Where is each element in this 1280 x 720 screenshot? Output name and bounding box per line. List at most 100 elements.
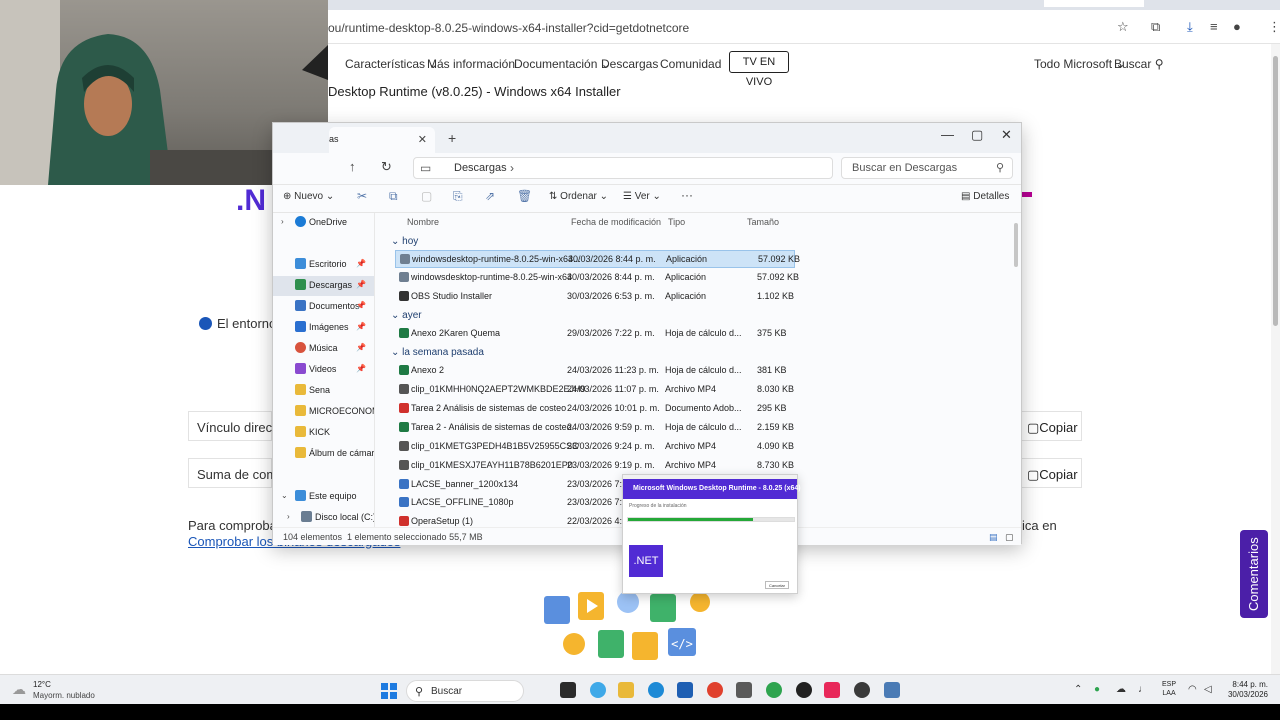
explorer-search-input[interactable]: Buscar en Descargas ⚲ — [841, 157, 1013, 179]
file-row-selected[interactable]: windowsdesktop-runtime-8.0.25-win-x64...… — [395, 250, 800, 268]
wifi-icon[interactable]: ◠ — [1188, 684, 1197, 695]
site-search[interactable]: Buscar ⚲ — [1114, 57, 1163, 71]
nav-mas-informacion[interactable]: Más información — [427, 57, 515, 71]
minimize-icon[interactable]: — — [941, 127, 954, 142]
file-row[interactable]: Anexo 2 24/03/2026 11:23 p. m. Hoja de cál… — [395, 362, 795, 380]
nav-item-imagenes[interactable]: Imágenes 📌 — [273, 318, 374, 338]
group-header-today[interactable]: ⌄ hoy — [391, 236, 418, 247]
system-clock[interactable]: 8:44 p. m. 30/03/2026 — [1226, 680, 1268, 700]
file-row[interactable]: clip_01KMESXJ7EAYH11B78B6201EP0 23/03/202… — [395, 457, 795, 475]
view-button[interactable]: ☰ Ver ⌄ — [623, 191, 661, 202]
chevron-down-icon[interactable]: ⌄ — [281, 491, 288, 500]
file-row[interactable]: windowsdesktop-runtime-8.0.25-win-x64 30/… — [395, 269, 799, 287]
details-button[interactable]: ▤ Detalles — [961, 191, 1009, 202]
nav-descargas[interactable]: Descargas — [601, 57, 658, 71]
column-header-type[interactable]: Tipo — [668, 217, 685, 227]
tiles-view-icon[interactable]: ▢ — [1005, 532, 1014, 543]
installer-cancel-button[interactable]: Cancelar — [765, 581, 789, 589]
tiktok-icon[interactable] — [824, 682, 840, 698]
sort-button[interactable]: ⇅ Ordenar ⌄ — [549, 191, 608, 202]
menu-icon[interactable]: ⋮ — [1268, 19, 1280, 35]
task-view-icon[interactable] — [560, 682, 576, 698]
nav-item-onedrive[interactable]: › OneDrive — [273, 213, 374, 233]
nav-item-sena[interactable]: Sena — [273, 381, 374, 401]
nav-documentacion[interactable]: Documentación ⌄ — [514, 57, 611, 71]
file-row[interactable]: clip_01KMETG3PEDH4B1B5V25955CSC 23/03/202… — [395, 438, 795, 456]
nav-comunidad[interactable]: Comunidad — [660, 57, 721, 71]
chrome-icon[interactable] — [766, 682, 782, 698]
address-bar[interactable]: ou/runtime-desktop-8.0.25-windows-x64-in… — [328, 10, 1280, 44]
all-microsoft-menu[interactable]: Todo Microsoft ⌄ — [1034, 57, 1125, 71]
chevron-right-icon[interactable]: › — [510, 161, 514, 175]
nav-item-kick[interactable]: KICK — [273, 423, 374, 443]
file-row[interactable]: Anexo 2Karen Quema 29/03/2026 7:22 p. m. H… — [395, 325, 795, 343]
new-tab-icon[interactable]: + — [448, 130, 456, 146]
nav-item-disco-local[interactable]: › Disco local (C:) — [273, 508, 374, 527]
chevron-up-icon[interactable]: ⌃ — [1074, 684, 1082, 695]
media-player-icon[interactable] — [854, 682, 870, 698]
explorer-tab[interactable]: as ✕ — [329, 127, 435, 153]
new-button[interactable]: ⊕ Nuevo ⌄ — [283, 191, 334, 202]
weather-description[interactable]: Mayorm. nublado — [33, 691, 95, 700]
cloud-sync-icon[interactable]: ☁ — [1116, 684, 1126, 695]
nav-item-documentos[interactable]: Documentos 📌 — [273, 297, 374, 317]
tv-live-button[interactable]: TV EN VIVO — [729, 51, 789, 88]
star-icon[interactable]: ☆ — [1117, 19, 1129, 35]
up-arrow-icon[interactable]: ↑ — [349, 159, 356, 174]
nav-item-album-camara[interactable]: Álbum de cámara — [273, 444, 374, 464]
obs-icon[interactable] — [796, 682, 812, 698]
close-tab-icon[interactable]: ✕ — [418, 133, 427, 146]
feedback-button[interactable]: Comentarios — [1240, 530, 1268, 618]
language-indicator[interactable]: ESP LAA — [1162, 680, 1176, 698]
opera-icon[interactable] — [707, 682, 723, 698]
browser-tab-active[interactable] — [1044, 0, 1144, 7]
close-window-icon[interactable]: ✕ — [1001, 127, 1012, 143]
nav-item-descargas[interactable]: Descargas 📌 — [273, 276, 374, 296]
group-header-last-week[interactable]: ⌄ la semana pasada — [391, 347, 484, 358]
copy-link-button[interactable]: ▢Copiar — [1027, 420, 1078, 436]
nav-item-videos[interactable]: Videos 📌 — [273, 360, 374, 380]
copilot-icon[interactable] — [590, 682, 606, 698]
nav-item-escritorio[interactable]: Escritorio 📌 — [273, 255, 374, 275]
windows-start-button[interactable] — [381, 683, 397, 699]
nav-item-musica[interactable]: Música 📌 — [273, 339, 374, 359]
details-view-icon[interactable]: ▤ — [989, 532, 998, 543]
copy-checksum-box[interactable]: ▢Copiar — [1020, 458, 1082, 488]
microphone-icon[interactable]: ♩ — [1138, 684, 1148, 695]
playlist-icon[interactable]: ≡ — [1210, 19, 1218, 34]
column-header-name[interactable]: Nombre — [407, 217, 439, 227]
paste-icon[interactable]: ▢ — [421, 189, 432, 203]
chevron-right-icon[interactable]: › — [287, 512, 290, 521]
delete-icon[interactable]: 🗑 — [517, 189, 532, 203]
cut-icon[interactable]: ✂ — [357, 189, 367, 203]
maximize-icon[interactable]: ▢ — [971, 127, 983, 143]
page-scrollbar-thumb[interactable] — [1273, 56, 1278, 326]
file-row[interactable]: OBS Studio Installer 30/03/2026 6:53 p. m… — [395, 288, 795, 306]
file-row[interactable]: Tarea 2 - Análisis de sistemas de costeo… — [395, 419, 795, 437]
file-row[interactable]: clip_01KMHH0NQ2AEPT2WMKBDE2EJH9 24/03/202… — [395, 381, 795, 399]
column-header-date[interactable]: Fecha de modificación — [571, 217, 661, 227]
weather-temperature[interactable]: 12°C — [33, 680, 51, 689]
cloud-weather-icon[interactable]: ☁ — [12, 681, 26, 698]
refresh-icon[interactable]: ↻ — [381, 159, 392, 175]
explorer-titlebar[interactable]: as ✕ + — ▢ ✕ — [273, 123, 1021, 153]
taskbar-search-box[interactable]: ⚲ Buscar — [406, 680, 524, 702]
nav-item-microeconomia[interactable]: MICROECONOMÍ — [273, 402, 374, 422]
browser-tab[interactable] — [528, 0, 608, 7]
installer-taskbar-icon[interactable] — [884, 682, 900, 698]
copy-link-box[interactable]: ▢Copiar — [1020, 411, 1082, 441]
copy-checksum-button[interactable]: ▢Copiar — [1027, 467, 1078, 483]
more-options-icon[interactable]: ··· — [681, 188, 693, 202]
nav-item-este-equipo[interactable]: ⌄ Este equipo — [273, 487, 374, 507]
volume-icon[interactable]: ◁ — [1204, 684, 1212, 695]
explorer-scrollbar[interactable] — [1014, 223, 1018, 267]
profile-avatar-icon[interactable]: ● — [1233, 19, 1241, 34]
url-text[interactable]: ou/runtime-desktop-8.0.25-windows-x64-in… — [328, 21, 689, 35]
store-icon[interactable] — [677, 682, 693, 698]
browser-tab[interactable] — [328, 0, 408, 7]
nav-caracteristicas[interactable]: Características ⌄ — [345, 57, 438, 71]
tray-app-icon[interactable]: ● — [1094, 684, 1100, 695]
explorer-path-bar[interactable]: ▭ Descargas › — [413, 157, 833, 179]
extensions-icon[interactable]: ⧉ — [1151, 19, 1160, 35]
path-segment-descargas[interactable]: Descargas — [454, 162, 507, 174]
